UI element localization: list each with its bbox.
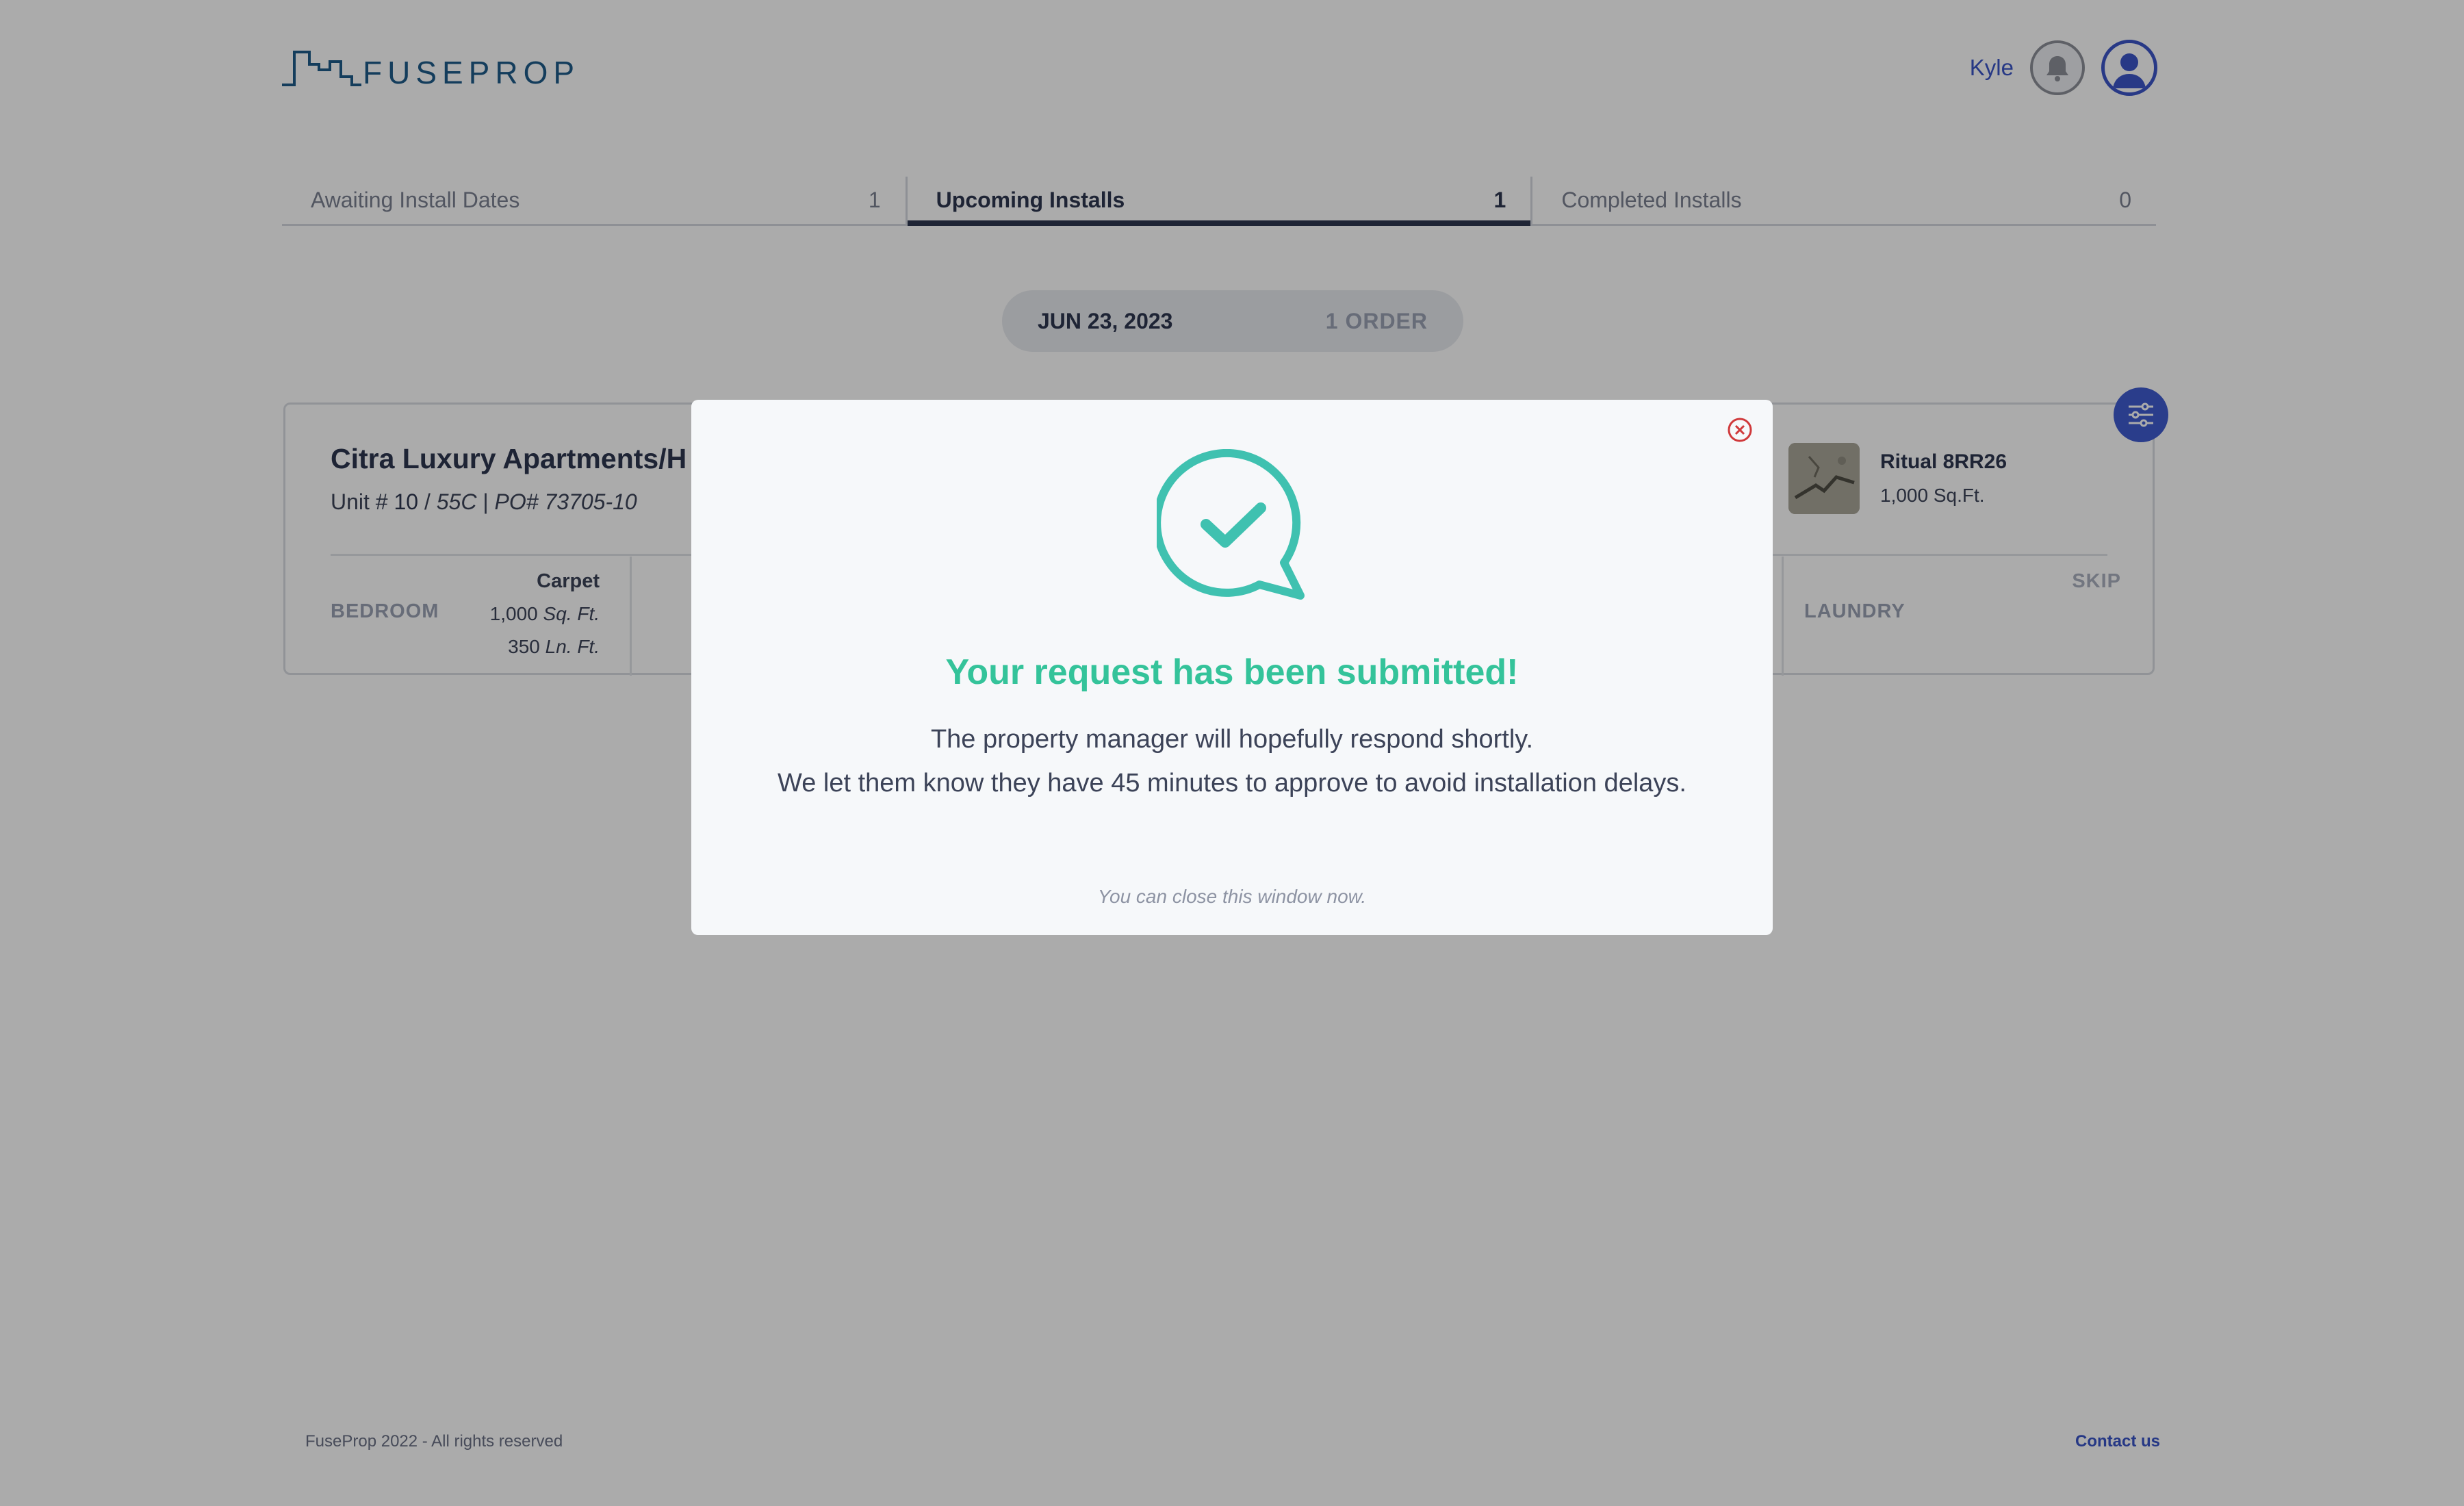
success-modal: Your request has been submitted! The pro… [691,400,1773,935]
modal-close-button[interactable] [1726,416,1754,444]
modal-message-line-2: We let them know they have 45 minutes to… [778,769,1686,797]
modal-message: The property manager will hopefully resp… [691,717,1773,805]
close-circle-icon [1728,418,1752,442]
chat-check-icon [1157,449,1305,600]
modal-close-hint: You can close this window now. [1097,886,1367,907]
modal-message-line-1: The property manager will hopefully resp… [930,725,1534,754]
modal-title: Your request has been submitted! [945,652,1519,692]
